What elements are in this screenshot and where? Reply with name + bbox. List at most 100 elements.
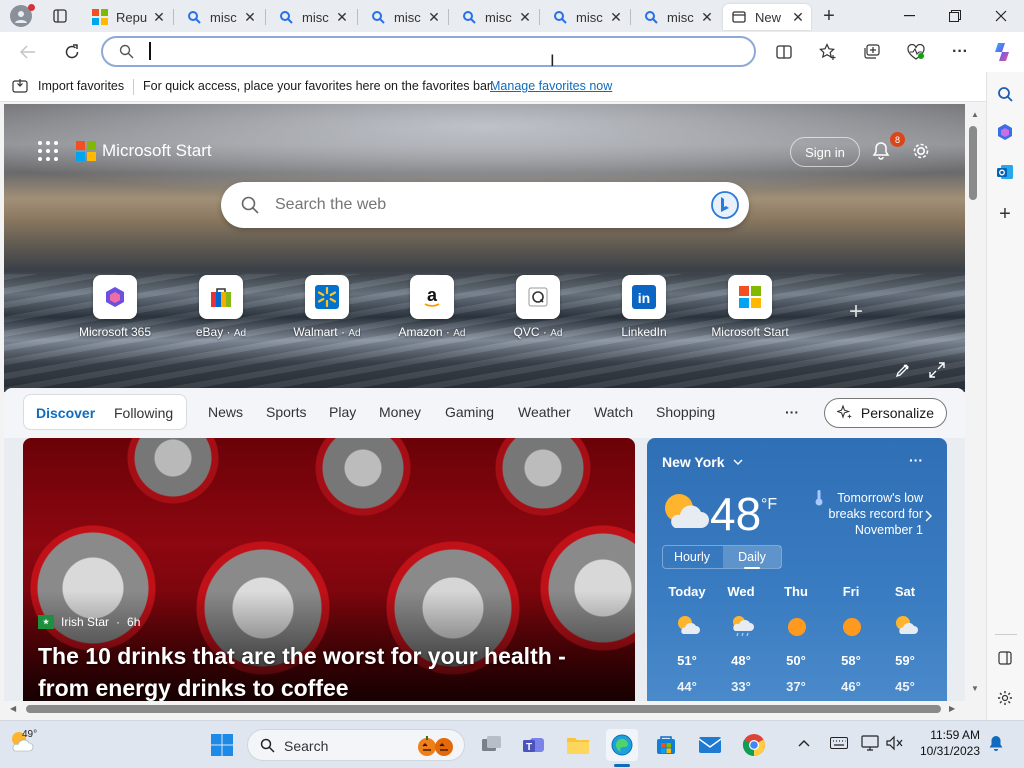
nav-money[interactable]: Money <box>379 404 421 420</box>
restore-button[interactable] <box>932 0 978 32</box>
tab-discover[interactable]: Discover <box>36 405 95 421</box>
add-shortcut-button[interactable]: + <box>844 298 868 325</box>
task-view-button[interactable] <box>476 729 508 761</box>
close-tab-icon[interactable]: ✕ <box>518 9 532 26</box>
settings-and-more-button[interactable]: ··· <box>946 38 974 66</box>
horizontal-scrollbar[interactable]: ◀ ▶ <box>4 701 965 717</box>
taskbar-search-box[interactable]: Search <box>247 729 465 761</box>
forecast-day-wed[interactable]: Wed <box>717 584 765 599</box>
news-card[interactable]: ★ Irish Star · 6h The 10 drinks that are… <box>23 438 635 701</box>
sign-in-button[interactable]: Sign in <box>790 137 860 167</box>
expand-background-button[interactable] <box>926 359 948 381</box>
hide-sidebar-button[interactable] <box>991 644 1019 672</box>
mail-button[interactable] <box>694 729 726 761</box>
nav-watch[interactable]: Watch <box>594 404 633 420</box>
microsoft-start-logo[interactable]: Microsoft Start <box>76 141 212 161</box>
back-button[interactable] <box>14 38 42 66</box>
file-explorer-button[interactable] <box>562 729 594 761</box>
nav-gaming[interactable]: Gaming <box>445 404 494 420</box>
scroll-right-icon[interactable]: ▶ <box>949 704 955 713</box>
teams-button[interactable]: T <box>518 729 550 761</box>
sidebar-outlook-button[interactable] <box>991 158 1019 186</box>
close-tab-icon[interactable]: ✕ <box>243 9 257 26</box>
nav-more-button[interactable]: ··· <box>785 404 799 420</box>
quick-link-linkedin[interactable]: in <box>622 275 666 319</box>
nav-play[interactable]: Play <box>329 404 356 420</box>
edge-taskbar-button[interactable] <box>606 729 638 761</box>
sidebar-add-button[interactable]: + <box>991 200 1019 228</box>
scroll-up-icon[interactable]: ▲ <box>971 110 979 119</box>
news-headline[interactable]: The 10 drinks that are the worst for you… <box>38 640 618 701</box>
weather-card[interactable]: New York ··· 48 °F Tomorrow's low breaks… <box>647 438 947 701</box>
taskbar-weather-widget[interactable]: 49° <box>8 729 37 753</box>
nav-weather[interactable]: Weather <box>518 404 571 420</box>
sidebar-settings-button[interactable] <box>991 684 1019 712</box>
sidebar-search-button[interactable] <box>991 80 1019 108</box>
new-tab-button[interactable]: + <box>816 4 842 28</box>
tab-3[interactable]: misc ✕ <box>270 4 355 30</box>
nav-news[interactable]: News <box>208 404 243 420</box>
horizontal-scroll-thumb[interactable] <box>26 705 941 713</box>
quick-link-microsoft-start[interactable] <box>728 275 772 319</box>
scroll-left-icon[interactable]: ◀ <box>10 704 16 713</box>
collections-button[interactable] <box>858 38 886 66</box>
forecast-day-fri[interactable]: Fri <box>827 584 875 599</box>
tab-1[interactable]: Repu ✕ <box>84 4 172 30</box>
bing-chat-button[interactable] <box>709 189 741 221</box>
sidebar-m365-button[interactable] <box>991 118 1019 146</box>
quick-link-walmart[interactable] <box>305 275 349 319</box>
tab-6[interactable]: misc ✕ <box>544 4 629 30</box>
tab-new-active[interactable]: New ✕ <box>723 4 811 30</box>
scroll-down-icon[interactable]: ▼ <box>971 684 979 693</box>
split-screen-button[interactable] <box>770 38 798 66</box>
personalize-button[interactable]: Personalize <box>824 398 947 428</box>
nav-sports[interactable]: Sports <box>266 404 306 420</box>
close-tab-icon[interactable]: ✕ <box>427 9 441 26</box>
notification-center-button[interactable] <box>988 735 1004 756</box>
import-favorites-button[interactable]: Import favorites <box>12 78 124 94</box>
vertical-scroll-thumb[interactable] <box>969 126 977 200</box>
tab-7[interactable]: misc ✕ <box>635 4 720 30</box>
vertical-scrollbar[interactable]: ▲ ▼ <box>965 104 986 701</box>
copilot-button[interactable] <box>988 38 1016 66</box>
tab-daily[interactable]: Daily <box>723 546 781 568</box>
manage-favorites-link[interactable]: Manage favorites now <box>490 79 612 93</box>
browser-essentials-button[interactable] <box>902 38 930 66</box>
weather-more-button[interactable]: ··· <box>909 452 923 468</box>
start-button[interactable] <box>206 729 238 761</box>
close-tab-icon[interactable]: ✕ <box>700 9 714 26</box>
app-launcher-button[interactable] <box>38 141 58 161</box>
edit-background-button[interactable] <box>892 359 914 381</box>
tab-actions-button[interactable] <box>48 5 72 27</box>
tab-2[interactable]: misc ✕ <box>178 4 263 30</box>
tab-5[interactable]: misc ✕ <box>453 4 538 30</box>
weather-location-selector[interactable]: New York <box>662 454 743 470</box>
forecast-day-today[interactable]: Today <box>663 584 711 599</box>
forecast-day-sat[interactable]: Sat <box>881 584 929 599</box>
close-tab-icon[interactable]: ✕ <box>335 9 349 26</box>
tab-following[interactable]: Following <box>114 405 173 421</box>
weather-alert[interactable]: Tomorrow's low breaks record for Novembe… <box>815 490 923 538</box>
favorites-button[interactable] <box>814 38 842 66</box>
nav-shopping[interactable]: Shopping <box>656 404 715 420</box>
quick-link-microsoft-365[interactable] <box>93 275 137 319</box>
show-hidden-icons-button[interactable] <box>798 736 810 750</box>
quick-link-ebay[interactable] <box>199 275 243 319</box>
quick-link-qvc[interactable] <box>516 275 560 319</box>
network-icon[interactable] <box>861 735 879 754</box>
close-tab-icon[interactable]: ✕ <box>791 9 805 26</box>
close-window-button[interactable] <box>978 0 1024 32</box>
address-bar[interactable] <box>101 36 756 67</box>
forecast-day-thu[interactable]: Thu <box>772 584 820 599</box>
tab-4[interactable]: misc ✕ <box>362 4 447 30</box>
temperature-unit[interactable]: °F <box>761 496 777 514</box>
refresh-button[interactable] <box>58 38 86 66</box>
page-settings-button[interactable] <box>908 138 934 164</box>
web-search-box[interactable] <box>221 182 749 228</box>
quick-link-amazon[interactable]: a <box>410 275 454 319</box>
close-tab-icon[interactable]: ✕ <box>609 9 623 26</box>
chrome-button[interactable] <box>738 729 770 761</box>
volume-muted-icon[interactable] <box>886 735 904 754</box>
taskbar-clock[interactable]: 11:59 AM 10/31/2023 <box>918 727 980 759</box>
store-button[interactable] <box>650 729 682 761</box>
